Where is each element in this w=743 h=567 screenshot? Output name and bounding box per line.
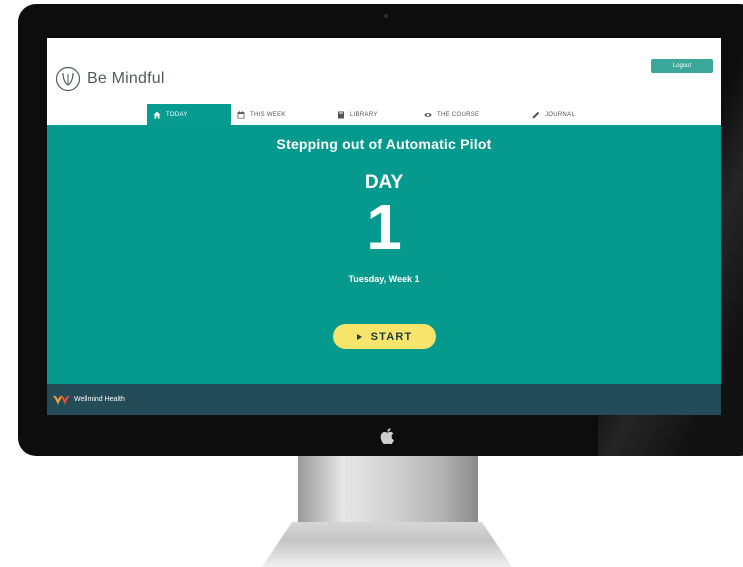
pencil-icon — [532, 111, 540, 118]
tab-label: TODAY — [166, 111, 188, 118]
be-mindful-logo-icon — [55, 66, 81, 92]
tab-label: THE COURSE — [437, 111, 480, 118]
calendar-icon — [237, 110, 245, 118]
start-label: START — [370, 330, 413, 343]
app-screen: Be Mindful Logout TODAY THIS WEEK LIBRAR… — [47, 38, 721, 415]
play-icon — [356, 333, 362, 340]
tab-label: JOURNAL — [545, 111, 576, 118]
start-button[interactable]: START — [333, 324, 436, 349]
session-title: Stepping out of Automatic Pilot — [276, 136, 492, 152]
app-logo[interactable]: Be Mindful — [55, 66, 165, 92]
monitor-stand — [298, 456, 478, 528]
tab-this-week[interactable]: THIS WEEK — [237, 104, 286, 125]
app-name: Be Mindful — [87, 70, 165, 87]
logout-button[interactable]: Logout — [651, 59, 713, 73]
app-footer: Wellmind Health — [47, 384, 721, 415]
apple-logo-icon — [380, 428, 394, 444]
tab-library[interactable]: LIBRARY — [337, 104, 378, 125]
app-header: Be Mindful Logout — [47, 38, 721, 104]
tab-label: THIS WEEK — [250, 111, 286, 118]
wellmind-logo-icon — [53, 395, 70, 405]
day-number: 1 — [366, 191, 402, 263]
session-date: Tuesday, Week 1 — [348, 274, 420, 284]
eye-icon — [424, 112, 432, 117]
tab-label: LIBRARY — [350, 111, 378, 118]
footer-brand: Wellmind Health — [74, 396, 125, 403]
camera-dot — [384, 14, 388, 18]
book-icon — [338, 111, 344, 118]
tab-today[interactable]: TODAY — [147, 104, 231, 125]
tab-journal[interactable]: JOURNAL — [532, 104, 575, 125]
monitor-stand-base — [262, 522, 512, 567]
main-nav: TODAY THIS WEEK LIBRARY THE COURSE JOURN… — [47, 104, 721, 125]
home-icon — [153, 111, 161, 118]
today-panel: Stepping out of Automatic Pilot DAY 1 Tu… — [47, 125, 721, 384]
tab-the-course[interactable]: THE COURSE — [424, 104, 479, 125]
